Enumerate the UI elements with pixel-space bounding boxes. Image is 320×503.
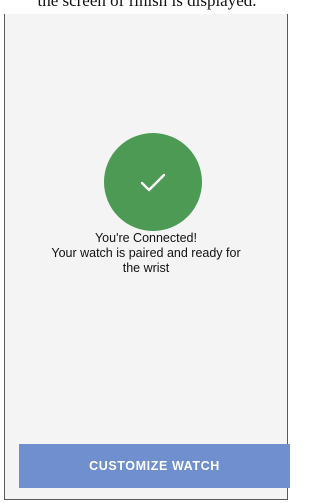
connection-subtitle-line1: Your watch is paired and ready for bbox=[51, 246, 241, 260]
connection-message: You're Connected! Your watch is paired a… bbox=[5, 231, 287, 276]
screenshot-caption: the screen of finish is displayed. bbox=[37, 0, 257, 10]
caption-strip: the screen of finish is displayed. bbox=[0, 0, 294, 14]
connection-subtitle-line2: the wrist bbox=[122, 261, 170, 275]
phone-screen: You're Connected! Your watch is paired a… bbox=[4, 14, 290, 500]
checkmark-icon bbox=[140, 173, 166, 192]
success-status-circle bbox=[104, 133, 202, 231]
connection-title: You're Connected! bbox=[94, 231, 197, 245]
customize-watch-button[interactable]: CUSTOMIZE WATCH bbox=[19, 444, 290, 488]
